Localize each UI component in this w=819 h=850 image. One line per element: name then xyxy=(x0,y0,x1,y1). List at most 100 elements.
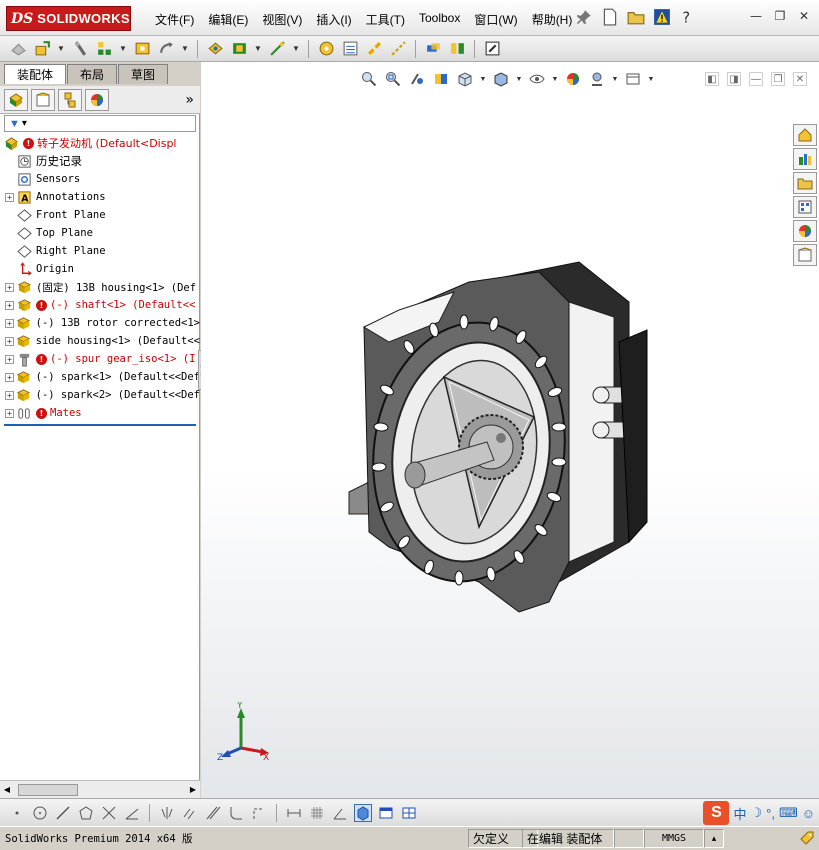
ime-moon-icon[interactable]: ☽ xyxy=(750,805,762,821)
polygon-icon[interactable] xyxy=(77,804,95,822)
grid-icon[interactable] xyxy=(308,804,326,822)
menu-help[interactable]: 帮助(H) xyxy=(525,9,580,30)
scroll-right-icon[interactable]: ▶ xyxy=(186,782,200,798)
move-component-icon[interactable] xyxy=(156,39,176,59)
mate-icon[interactable] xyxy=(70,39,90,59)
tree-item-right-plane[interactable]: Right Plane xyxy=(0,242,200,260)
solidworks-logo[interactable]: DS SOLIDWORKS xyxy=(6,6,131,31)
expand-toggle[interactable]: + xyxy=(5,300,14,310)
single-view-icon[interactable] xyxy=(377,804,395,822)
expand-toggle[interactable]: + xyxy=(5,354,14,364)
menu-window[interactable]: 窗口(W) xyxy=(467,9,524,30)
rebuild-warning-icon[interactable] xyxy=(652,7,672,27)
menu-toolbox[interactable]: Toolbox xyxy=(412,9,467,30)
menu-tools[interactable]: 工具(T) xyxy=(359,9,412,30)
tree-item-annotations[interactable]: + A Annotations xyxy=(0,188,200,206)
chevron-down-icon[interactable]: ▼ xyxy=(180,39,190,59)
chevron-down-icon[interactable]: ▼ xyxy=(56,39,66,59)
offset-entities-icon[interactable] xyxy=(181,804,199,822)
horizontal-scrollbar[interactable]: ◀ ▶ xyxy=(0,780,200,798)
expand-toggle[interactable]: + xyxy=(5,372,14,382)
assembly-features-icon[interactable] xyxy=(229,39,249,59)
tree-item-top-plane[interactable]: Top Plane xyxy=(0,224,200,242)
scroll-left-icon[interactable]: ◀ xyxy=(0,782,14,798)
minimize-button[interactable]: — xyxy=(749,9,763,23)
section-view-icon[interactable] xyxy=(431,70,451,88)
tree-item-shaft[interactable]: + ! (-) shaft<1> (Default<< xyxy=(0,296,200,314)
shaded-display-icon[interactable] xyxy=(354,803,372,822)
expand-toggle[interactable]: + xyxy=(5,318,14,328)
chevron-down-icon[interactable]: ▼ xyxy=(253,39,263,59)
chevron-down-icon[interactable]: ▼ xyxy=(291,39,301,59)
convert-entities-icon[interactable] xyxy=(123,804,141,822)
tree-item-history[interactable]: 历史记录 xyxy=(0,152,200,170)
split-right-button[interactable]: ◨ xyxy=(727,72,741,86)
rollback-bar[interactable] xyxy=(4,424,196,426)
tree-item-13b-rotor[interactable]: + (-) 13B rotor corrected<1> xyxy=(0,314,200,332)
tab-assembly[interactable]: 装配体 xyxy=(4,64,67,84)
units-arrow[interactable]: ▴ xyxy=(704,829,724,848)
tree-item-front-plane[interactable]: Front Plane xyxy=(0,206,200,224)
smart-dimension-icon[interactable] xyxy=(285,804,303,822)
rebuild-tag-icon[interactable] xyxy=(799,830,815,846)
ime-language[interactable]: 中 xyxy=(733,804,746,823)
chevron-down-icon[interactable]: ▼ xyxy=(611,70,619,88)
ime-punctuation-icon[interactable]: °, xyxy=(766,806,775,821)
menu-edit[interactable]: 编辑(E) xyxy=(201,9,255,30)
chevron-down-icon[interactable]: ▼ xyxy=(118,39,128,59)
display-manager-icon[interactable] xyxy=(85,88,109,111)
tab-layout[interactable]: 布局 xyxy=(67,64,118,84)
display-style-icon[interactable] xyxy=(491,70,511,88)
expand-toggle[interactable]: + xyxy=(5,192,14,202)
tree-item-sensors[interactable]: Sensors xyxy=(0,170,200,188)
new-motion-study-icon[interactable] xyxy=(316,39,336,59)
menu-file[interactable]: 文件(F) xyxy=(148,9,201,30)
linear-pattern-icon[interactable] xyxy=(94,39,114,59)
chevron-down-icon[interactable]: ▼ xyxy=(479,70,487,88)
tree-item-mates[interactable]: + ! Mates xyxy=(0,404,200,422)
viewport-close-button[interactable]: ✕ xyxy=(793,72,807,86)
rotary-engine-model[interactable] xyxy=(329,242,679,622)
edit-component-icon[interactable] xyxy=(8,39,28,59)
previous-view-icon[interactable] xyxy=(407,70,427,88)
graphics-area[interactable]: ▼ ▼ ▼ ▼ ▼ ◧ ◨ — ❐ ✕ Y X Z xyxy=(201,62,819,798)
line-icon[interactable] xyxy=(54,804,72,822)
ime-keyboard-icon[interactable]: ⌨ xyxy=(779,805,798,821)
ime-user-icon[interactable]: ☺ xyxy=(802,806,815,821)
viewport-minimize-button[interactable]: — xyxy=(749,72,763,86)
tab-sketch[interactable]: 草图 xyxy=(118,64,169,84)
menu-insert[interactable]: 插入(I) xyxy=(309,9,358,30)
custom-properties-icon[interactable] xyxy=(793,244,817,266)
scroll-thumb[interactable] xyxy=(18,783,78,796)
explode-line-sketch-icon[interactable] xyxy=(388,39,408,59)
exploded-view-icon[interactable] xyxy=(364,39,384,59)
tree-item-spark-2[interactable]: + (-) spark<2> (Default<<Def xyxy=(0,386,200,404)
tree-item-side-housing[interactable]: + side housing<1> (Default<< xyxy=(0,332,200,350)
restore-button[interactable]: ❐ xyxy=(773,9,787,23)
filter-dropdown[interactable]: ▾ xyxy=(22,118,27,129)
insert-component-icon[interactable] xyxy=(32,39,52,59)
expand-toggle[interactable]: + xyxy=(5,282,14,292)
expand-toggle[interactable]: + xyxy=(5,408,14,418)
menu-view[interactable]: 视图(V) xyxy=(255,9,309,30)
design-library-icon[interactable] xyxy=(793,148,817,170)
file-explorer-icon[interactable] xyxy=(793,172,817,194)
view-palette-icon[interactable] xyxy=(793,196,817,218)
status-units[interactable]: MMGS xyxy=(644,829,704,848)
angle-icon[interactable] xyxy=(331,804,349,822)
view-settings-icon[interactable] xyxy=(623,70,643,88)
centerline-icon[interactable] xyxy=(250,804,268,822)
mirror-entities-icon[interactable] xyxy=(158,804,176,822)
search-help-icon[interactable]: ? xyxy=(678,7,698,27)
instant3d-icon[interactable] xyxy=(482,39,502,59)
edit-appearance-icon[interactable] xyxy=(563,70,583,88)
property-manager-icon[interactable] xyxy=(31,88,55,111)
reference-geometry-icon[interactable] xyxy=(267,39,287,59)
zoom-to-area-icon[interactable] xyxy=(383,70,403,88)
tree-filter[interactable]: ▼ ▾ xyxy=(4,115,196,132)
smart-fasteners-icon[interactable] xyxy=(132,39,152,59)
feature-tree-icon[interactable] xyxy=(4,88,28,111)
view-orientation-icon[interactable] xyxy=(455,70,475,88)
appearances-icon[interactable] xyxy=(793,220,817,242)
tree-item-13b-housing[interactable]: + (固定) 13B housing<1> (Def xyxy=(0,278,200,296)
